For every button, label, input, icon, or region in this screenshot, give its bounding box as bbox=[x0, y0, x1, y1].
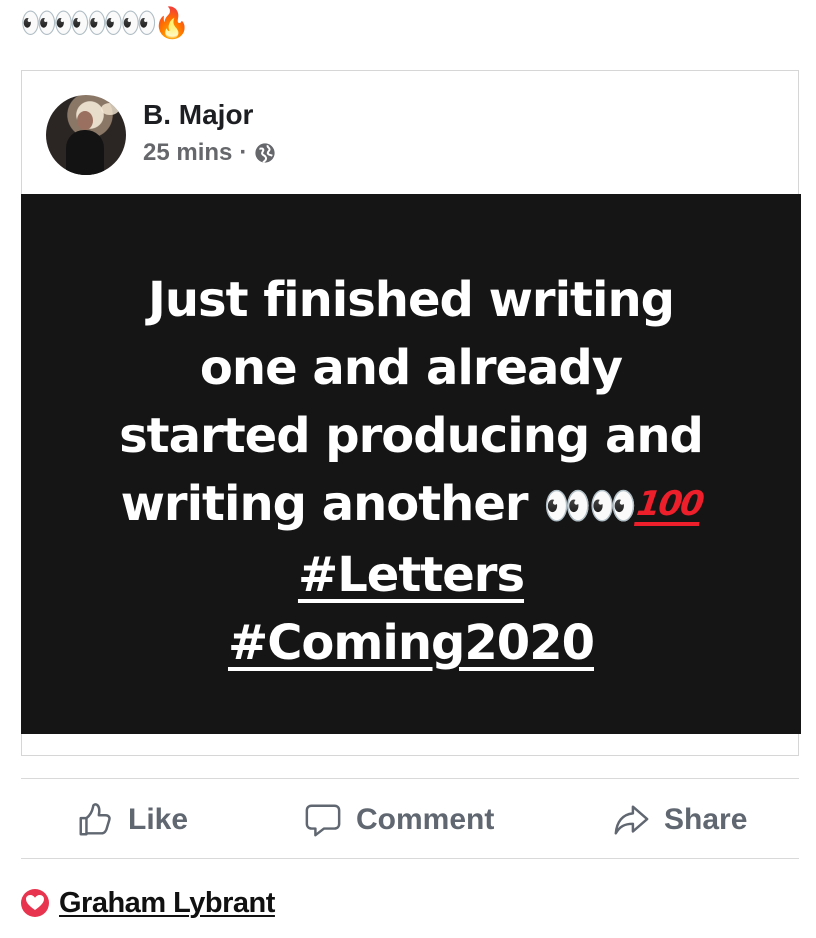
hashtag-link[interactable]: #Coming2020 bbox=[71, 609, 751, 677]
post-text-line-with-emoji: writing another 👀👀100 bbox=[71, 470, 751, 541]
author-name[interactable]: B. Major bbox=[143, 98, 253, 132]
post-text-line: Just finished writing bbox=[148, 272, 675, 328]
share-label: Share bbox=[664, 803, 748, 836]
avatar-head bbox=[77, 111, 93, 130]
globe-icon bbox=[255, 143, 276, 163]
avatar-mirror-light bbox=[101, 103, 119, 115]
eyes-emoji: 👀👀 bbox=[543, 484, 637, 529]
meta-separator: · bbox=[239, 139, 248, 166]
author-avatar[interactable] bbox=[46, 95, 126, 175]
post-actions: Like Comment Share bbox=[21, 793, 799, 847]
thumbs-up-icon bbox=[79, 803, 111, 836]
reactor-name-link[interactable]: Graham Lybrant bbox=[59, 887, 275, 920]
hashtag-link[interactable]: #Letters bbox=[71, 541, 751, 609]
post-time[interactable]: 25 mins bbox=[143, 139, 232, 167]
comment-button[interactable]: Comment bbox=[304, 793, 494, 847]
hundred-points-emoji: 100 bbox=[634, 484, 706, 526]
heart-icon bbox=[21, 889, 49, 917]
actions-top-divider bbox=[21, 778, 799, 779]
reaction-summary[interactable]: Graham Lybrant bbox=[20, 883, 275, 923]
like-label: Like bbox=[128, 803, 189, 836]
post-text-line: writing another bbox=[120, 476, 529, 532]
text-post-background[interactable]: Just finished writing one and already st… bbox=[21, 194, 801, 734]
caption-emoji: 👀👀👀👀🔥 bbox=[20, 6, 191, 41]
post-header: B. Major 25 mins · bbox=[22, 71, 798, 193]
post-text: Just finished writing one and already st… bbox=[71, 266, 751, 677]
post-text-line: one and already bbox=[199, 340, 623, 396]
avatar-body bbox=[66, 130, 104, 175]
share-arrow-icon bbox=[614, 805, 649, 835]
comment-bubble-icon bbox=[305, 804, 341, 837]
share-button[interactable]: Share bbox=[612, 793, 747, 847]
actions-bottom-divider bbox=[21, 858, 799, 859]
post-text-line: started producing and bbox=[119, 408, 704, 464]
comment-label: Comment bbox=[356, 803, 495, 836]
post-meta: 25 mins · bbox=[143, 139, 276, 167]
like-button[interactable]: Like bbox=[76, 793, 188, 847]
shared-post-card[interactable]: B. Major 25 mins · Just finished writing… bbox=[21, 70, 801, 756]
